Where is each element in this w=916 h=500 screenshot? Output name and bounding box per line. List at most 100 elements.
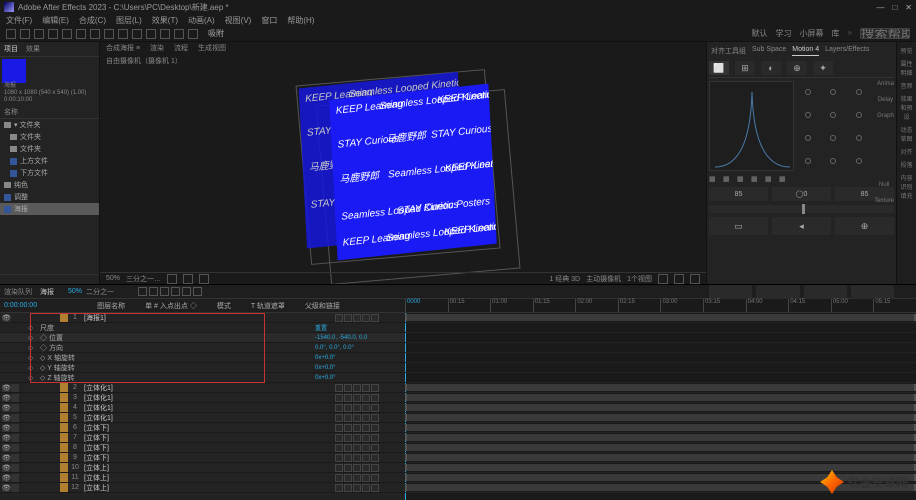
visibility-toggle[interactable]: 👁: [2, 424, 10, 432]
dock-effects[interactable]: 效果和预设: [899, 92, 914, 123]
layer-name[interactable]: [立体下]: [82, 453, 335, 463]
dock-align[interactable]: 对齐: [899, 145, 914, 158]
motion-btn-1[interactable]: ⬜: [709, 61, 729, 75]
layer-row[interactable]: 👁 4 [立体化1]: [0, 403, 405, 413]
view-icon[interactable]: [690, 274, 700, 284]
camera-dropdown[interactable]: 主动摄像机: [586, 274, 621, 284]
rect-tool-icon[interactable]: [90, 29, 100, 39]
dock-props[interactable]: 属性明细: [899, 57, 914, 79]
ease-center[interactable]: ◯ 0: [772, 187, 831, 201]
project-item[interactable]: ▾ 文件夹: [14, 120, 40, 130]
layer-color[interactable]: [60, 413, 68, 422]
tab-subspace[interactable]: Sub Space: [752, 46, 786, 56]
tl-btn-icon[interactable]: [193, 287, 202, 296]
layer-name[interactable]: [立体上]: [82, 473, 335, 483]
layer-row[interactable]: 👁 8 [立体下]: [0, 443, 405, 453]
renderer-dropdown[interactable]: 1 经典 3D: [549, 274, 580, 284]
selection-tool-icon[interactable]: [20, 29, 30, 39]
region-icon[interactable]: [199, 274, 209, 284]
eraser-tool-icon[interactable]: [160, 29, 170, 39]
menu-composition[interactable]: 合成(C): [79, 15, 106, 26]
visibility-toggle[interactable]: 👁: [2, 484, 10, 492]
stamp-tool-icon[interactable]: [146, 29, 156, 39]
motion-btn-4[interactable]: ⊕: [787, 61, 807, 75]
r-foot-2[interactable]: [756, 285, 799, 299]
visibility-toggle[interactable]: 👁: [2, 464, 10, 472]
visibility-toggle[interactable]: 👁: [2, 444, 10, 452]
timecode[interactable]: 0:00:00:00: [4, 302, 37, 309]
layer-name[interactable]: [立体下]: [82, 423, 335, 433]
motion-btn-2[interactable]: ⊞: [735, 61, 755, 75]
layer-row[interactable]: 👁 5 [立体化1]: [0, 413, 405, 423]
layer-color[interactable]: [60, 383, 68, 392]
layers-column[interactable]: ↘ 👁 1 [海报1] ◇尺度重置 ◇◇ 位置-1540.0, -540.0, …: [0, 313, 405, 500]
layer-row[interactable]: 👁 6 [立体下]: [0, 423, 405, 433]
layer-color[interactable]: [60, 483, 68, 492]
view-icon[interactable]: [674, 274, 684, 284]
views-dropdown[interactable]: 1个视图: [627, 274, 652, 284]
layer-color[interactable]: [60, 393, 68, 402]
menu-file[interactable]: 文件(F): [6, 15, 32, 26]
tab-comp[interactable]: 海报: [40, 287, 54, 297]
layer-name[interactable]: [立体化1]: [82, 403, 335, 413]
tl-btn-icon[interactable]: [138, 287, 147, 296]
workspace-lib[interactable]: 库: [832, 28, 840, 39]
tab-render-queue[interactable]: 渲染队列: [4, 287, 32, 297]
res-label[interactable]: 二分之一: [86, 287, 114, 297]
motion-btn-3[interactable]: ◐: [761, 61, 781, 75]
layer-color[interactable]: [60, 453, 68, 462]
layer-row[interactable]: 👁 3 [立体化1]: [0, 393, 405, 403]
project-list[interactable]: 名称 ▾ 文件夹 文件夹 文件夹 上方文件 下方文件 纯色 调整 海报: [0, 106, 99, 215]
layer-name[interactable]: [立体化1]: [82, 383, 335, 393]
viewer-opt[interactable]: 流程: [174, 43, 188, 53]
layer-row[interactable]: 👁 1 [海报1]: [0, 313, 405, 323]
project-item[interactable]: 海报: [14, 204, 28, 214]
layer-name[interactable]: [立体下]: [82, 433, 335, 443]
tab-layers[interactable]: Layers/Effects: [825, 46, 869, 56]
menu-animation[interactable]: 动画(A): [188, 15, 215, 26]
dock-sketch[interactable]: 动态草图: [899, 123, 914, 145]
visibility-toggle[interactable]: 👁: [2, 384, 10, 392]
view-icon[interactable]: [658, 274, 668, 284]
layer-color[interactable]: [60, 463, 68, 472]
layer-color[interactable]: [60, 433, 68, 442]
tab-motion[interactable]: Motion 4: [792, 46, 819, 56]
menu-edit[interactable]: 编辑(E): [42, 15, 69, 26]
tab-project[interactable]: 项目: [4, 44, 18, 54]
tl-btn-icon[interactable]: [149, 287, 158, 296]
viewer-opt[interactable]: 渲染: [150, 43, 164, 53]
project-item[interactable]: 纯色: [14, 180, 28, 190]
menu-effect[interactable]: 效果(T): [152, 15, 178, 26]
dock-para[interactable]: 段落: [899, 158, 914, 171]
side-texture[interactable]: Texture: [874, 198, 894, 204]
text-tool-icon[interactable]: [118, 29, 128, 39]
tl-btn-icon[interactable]: [160, 287, 169, 296]
layer-row[interactable]: 👁 12 [立体上]: [0, 483, 405, 493]
roto-tool-icon[interactable]: [174, 29, 184, 39]
dock-audio[interactable]: 音频: [899, 79, 914, 92]
menu-view[interactable]: 视图(V): [225, 15, 252, 26]
easing-curve[interactable]: [709, 81, 794, 171]
visibility-toggle[interactable]: 👁: [2, 394, 10, 402]
layer-name[interactable]: [立体化1]: [82, 413, 335, 423]
layer-color[interactable]: [60, 403, 68, 412]
motion-action-1[interactable]: ▭: [709, 217, 768, 235]
layer-name[interactable]: [立体上]: [82, 463, 335, 473]
workspace-learn[interactable]: 学习: [776, 28, 792, 39]
home-icon[interactable]: [6, 29, 16, 39]
r-foot-3[interactable]: [804, 285, 847, 299]
hand-tool-icon[interactable]: [34, 29, 44, 39]
layer-name[interactable]: [立体上]: [82, 483, 335, 493]
puppet-tool-icon[interactable]: [188, 29, 198, 39]
dock-fill[interactable]: 内容识别填充: [899, 171, 914, 202]
r-foot-1[interactable]: [709, 285, 752, 299]
orbit-tool-icon[interactable]: [62, 29, 72, 39]
layer-color[interactable]: [60, 423, 68, 432]
tab-align[interactable]: 对齐工具组: [711, 46, 746, 56]
side-anima[interactable]: Anima: [877, 81, 894, 87]
rotate-tool-icon[interactable]: [76, 29, 86, 39]
project-item[interactable]: 文件夹: [20, 132, 41, 142]
time-ruler[interactable]: 000000:15 01:0001:15 02:0002:15 03:0003:…: [405, 299, 916, 312]
tl-btn-icon[interactable]: [171, 287, 180, 296]
visibility-toggle[interactable]: 👁: [2, 314, 10, 322]
